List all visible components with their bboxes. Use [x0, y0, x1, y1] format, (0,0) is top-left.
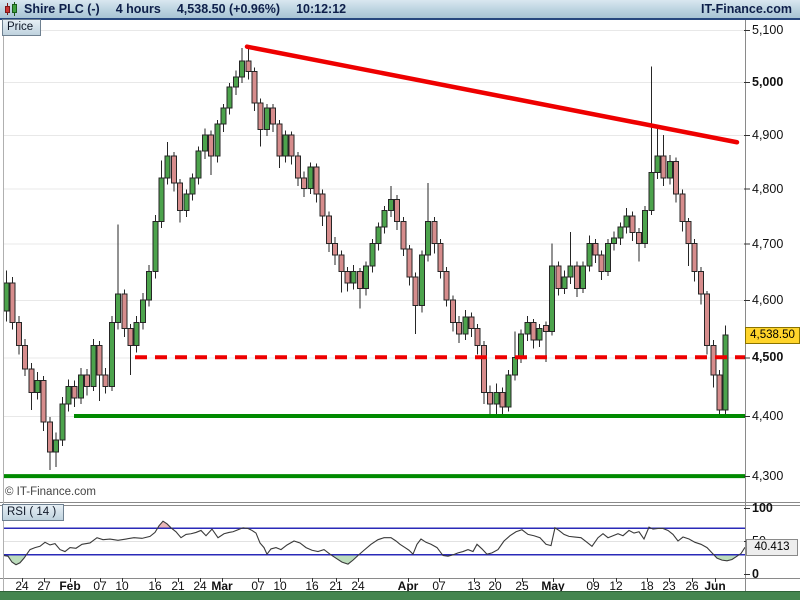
- price-tick-label: 4,400: [752, 409, 784, 423]
- last-price-label: 4,538.50 (+0.96%): [176, 2, 281, 16]
- price-tick-label: 5,000: [752, 74, 784, 89]
- price-tick-label: 4,800: [752, 181, 784, 196]
- tab-price[interactable]: Price: [2, 19, 42, 36]
- chart-plot-area[interactable]: [0, 0, 800, 600]
- price-tick-label: 4,300: [752, 469, 784, 484]
- watermark: © IT-Finance.com: [5, 486, 96, 498]
- symbol-label: Shire PLC (-): [24, 2, 100, 16]
- price-tick-label: 5,100: [752, 23, 784, 38]
- price-tick-label: 4,900: [752, 127, 784, 142]
- price-tick-label: 4,500: [752, 350, 784, 365]
- timeframe-label: 4 hours: [115, 2, 161, 16]
- rsi-tick-label: 100: [752, 501, 773, 515]
- brand-label: IT-Finance.com: [701, 2, 792, 16]
- title-bar: Shire PLC (-) 4 hours 4,538.50 (+0.96%) …: [0, 0, 800, 20]
- tab-rsi[interactable]: RSI ( 14 ): [2, 504, 65, 521]
- bottom-bar: [0, 591, 800, 600]
- candlestick-icon: [4, 1, 18, 17]
- timestamp-label: 10:12:12: [296, 2, 347, 16]
- rsi-value-tag: 40.413: [746, 539, 798, 556]
- price-tick-label: 4,700: [752, 236, 784, 251]
- chart-window: Shire PLC (-) 4 hours 4,538.50 (+0.96%) …: [0, 0, 800, 600]
- last-price-tag: 4,538.50: [745, 327, 800, 344]
- price-tick-label: 4,600: [752, 292, 784, 307]
- rsi-tick-label: 0: [752, 567, 759, 581]
- down-trendline: [244, 44, 740, 145]
- rsi-panel: [3, 520, 746, 566]
- support-lines: [4, 414, 745, 479]
- candles: [3, 45, 729, 471]
